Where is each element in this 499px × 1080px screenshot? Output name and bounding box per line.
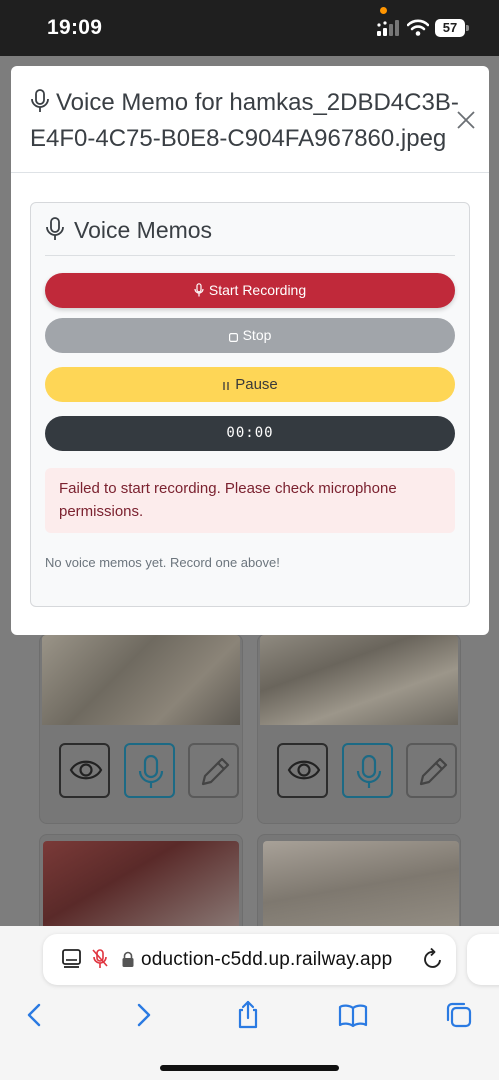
book-icon[interactable] xyxy=(338,1000,368,1030)
voice-memos-panel: Voice Memos Start Recording Stop Pause 0… xyxy=(30,202,470,607)
start-recording-label: Start Recording xyxy=(208,282,307,298)
photo-card xyxy=(39,834,243,926)
empty-state-message: No voice memos yet. Record one above! xyxy=(45,555,280,570)
mic-muted-icon[interactable] xyxy=(92,948,108,970)
modal-title: Voice Memo for hamkas_2DBD4C3B-E4F0-4C75… xyxy=(30,86,460,155)
view-button[interactable] xyxy=(277,743,328,798)
stop-square-icon xyxy=(228,320,238,355)
pause-icon xyxy=(222,369,230,404)
address-bar[interactable]: oduction-c5dd.up.railway.app xyxy=(43,934,456,985)
photo-thumbnail xyxy=(42,635,240,725)
photo-card xyxy=(257,834,461,926)
panel-heading-text: Voice Memos xyxy=(74,217,213,243)
share-icon[interactable] xyxy=(233,1000,263,1030)
edit-button[interactable] xyxy=(188,743,239,798)
start-recording-button[interactable]: Start Recording xyxy=(45,273,455,308)
reader-icon[interactable] xyxy=(61,948,83,970)
chevron-left-icon[interactable] xyxy=(20,1000,50,1030)
lock-icon xyxy=(122,951,134,967)
battery-tip xyxy=(466,25,469,31)
microphone-icon xyxy=(356,755,382,788)
edit-button[interactable] xyxy=(406,743,457,798)
card-actions xyxy=(274,743,457,799)
chevron-right-icon[interactable] xyxy=(128,1000,158,1030)
photo-thumbnail xyxy=(263,841,459,926)
panel-heading: Voice Memos xyxy=(46,217,212,247)
eye-icon xyxy=(69,760,103,780)
stop-button[interactable]: Stop xyxy=(45,318,455,353)
close-icon[interactable] xyxy=(454,108,478,132)
card-actions xyxy=(56,743,239,799)
next-tab-preview[interactable] xyxy=(467,934,499,985)
microphone-icon xyxy=(46,217,64,247)
wifi-icon xyxy=(407,19,429,36)
cellular-signal-icon xyxy=(377,20,399,36)
pause-button[interactable]: Pause xyxy=(45,367,455,402)
voice-memo-modal: Voice Memo for hamkas_2DBD4C3B-E4F0-4C75… xyxy=(11,66,489,635)
view-button[interactable] xyxy=(59,743,110,798)
error-alert: Failed to start recording. Please check … xyxy=(45,468,455,533)
photo-card xyxy=(39,634,243,824)
home-indicator xyxy=(160,1065,339,1071)
modal-header: Voice Memo for hamkas_2DBD4C3B-E4F0-4C75… xyxy=(11,66,489,173)
microphone-icon xyxy=(138,755,164,788)
microphone-icon xyxy=(30,89,50,122)
voice-memo-button[interactable] xyxy=(342,743,393,798)
photo-thumbnail xyxy=(43,841,239,926)
mic-in-use-dot-icon xyxy=(380,7,387,14)
pencil-icon xyxy=(201,757,230,786)
eye-icon xyxy=(287,760,321,780)
url-text[interactable]: oduction-c5dd.up.railway.app xyxy=(141,949,392,971)
status-bar: 19:09 57 xyxy=(0,0,499,56)
microphone-icon xyxy=(194,275,204,310)
reload-icon[interactable] xyxy=(422,947,444,971)
modal-title-text: Voice Memo for hamkas_2DBD4C3B-E4F0-4C75… xyxy=(30,89,459,152)
divider xyxy=(45,255,455,256)
voice-memo-button[interactable] xyxy=(124,743,175,798)
recording-timer: 00:00 xyxy=(45,416,455,451)
battery-level: 57 xyxy=(435,19,465,37)
tabs-icon[interactable] xyxy=(444,1000,474,1030)
browser-toolbar: oduction-c5dd.up.railway.app xyxy=(0,926,499,1080)
stop-label: Stop xyxy=(242,327,272,343)
pause-label: Pause xyxy=(235,376,278,393)
photo-card xyxy=(257,634,461,824)
status-time: 19:09 xyxy=(47,16,103,39)
photo-thumbnail xyxy=(260,635,458,725)
pencil-icon xyxy=(419,757,448,786)
